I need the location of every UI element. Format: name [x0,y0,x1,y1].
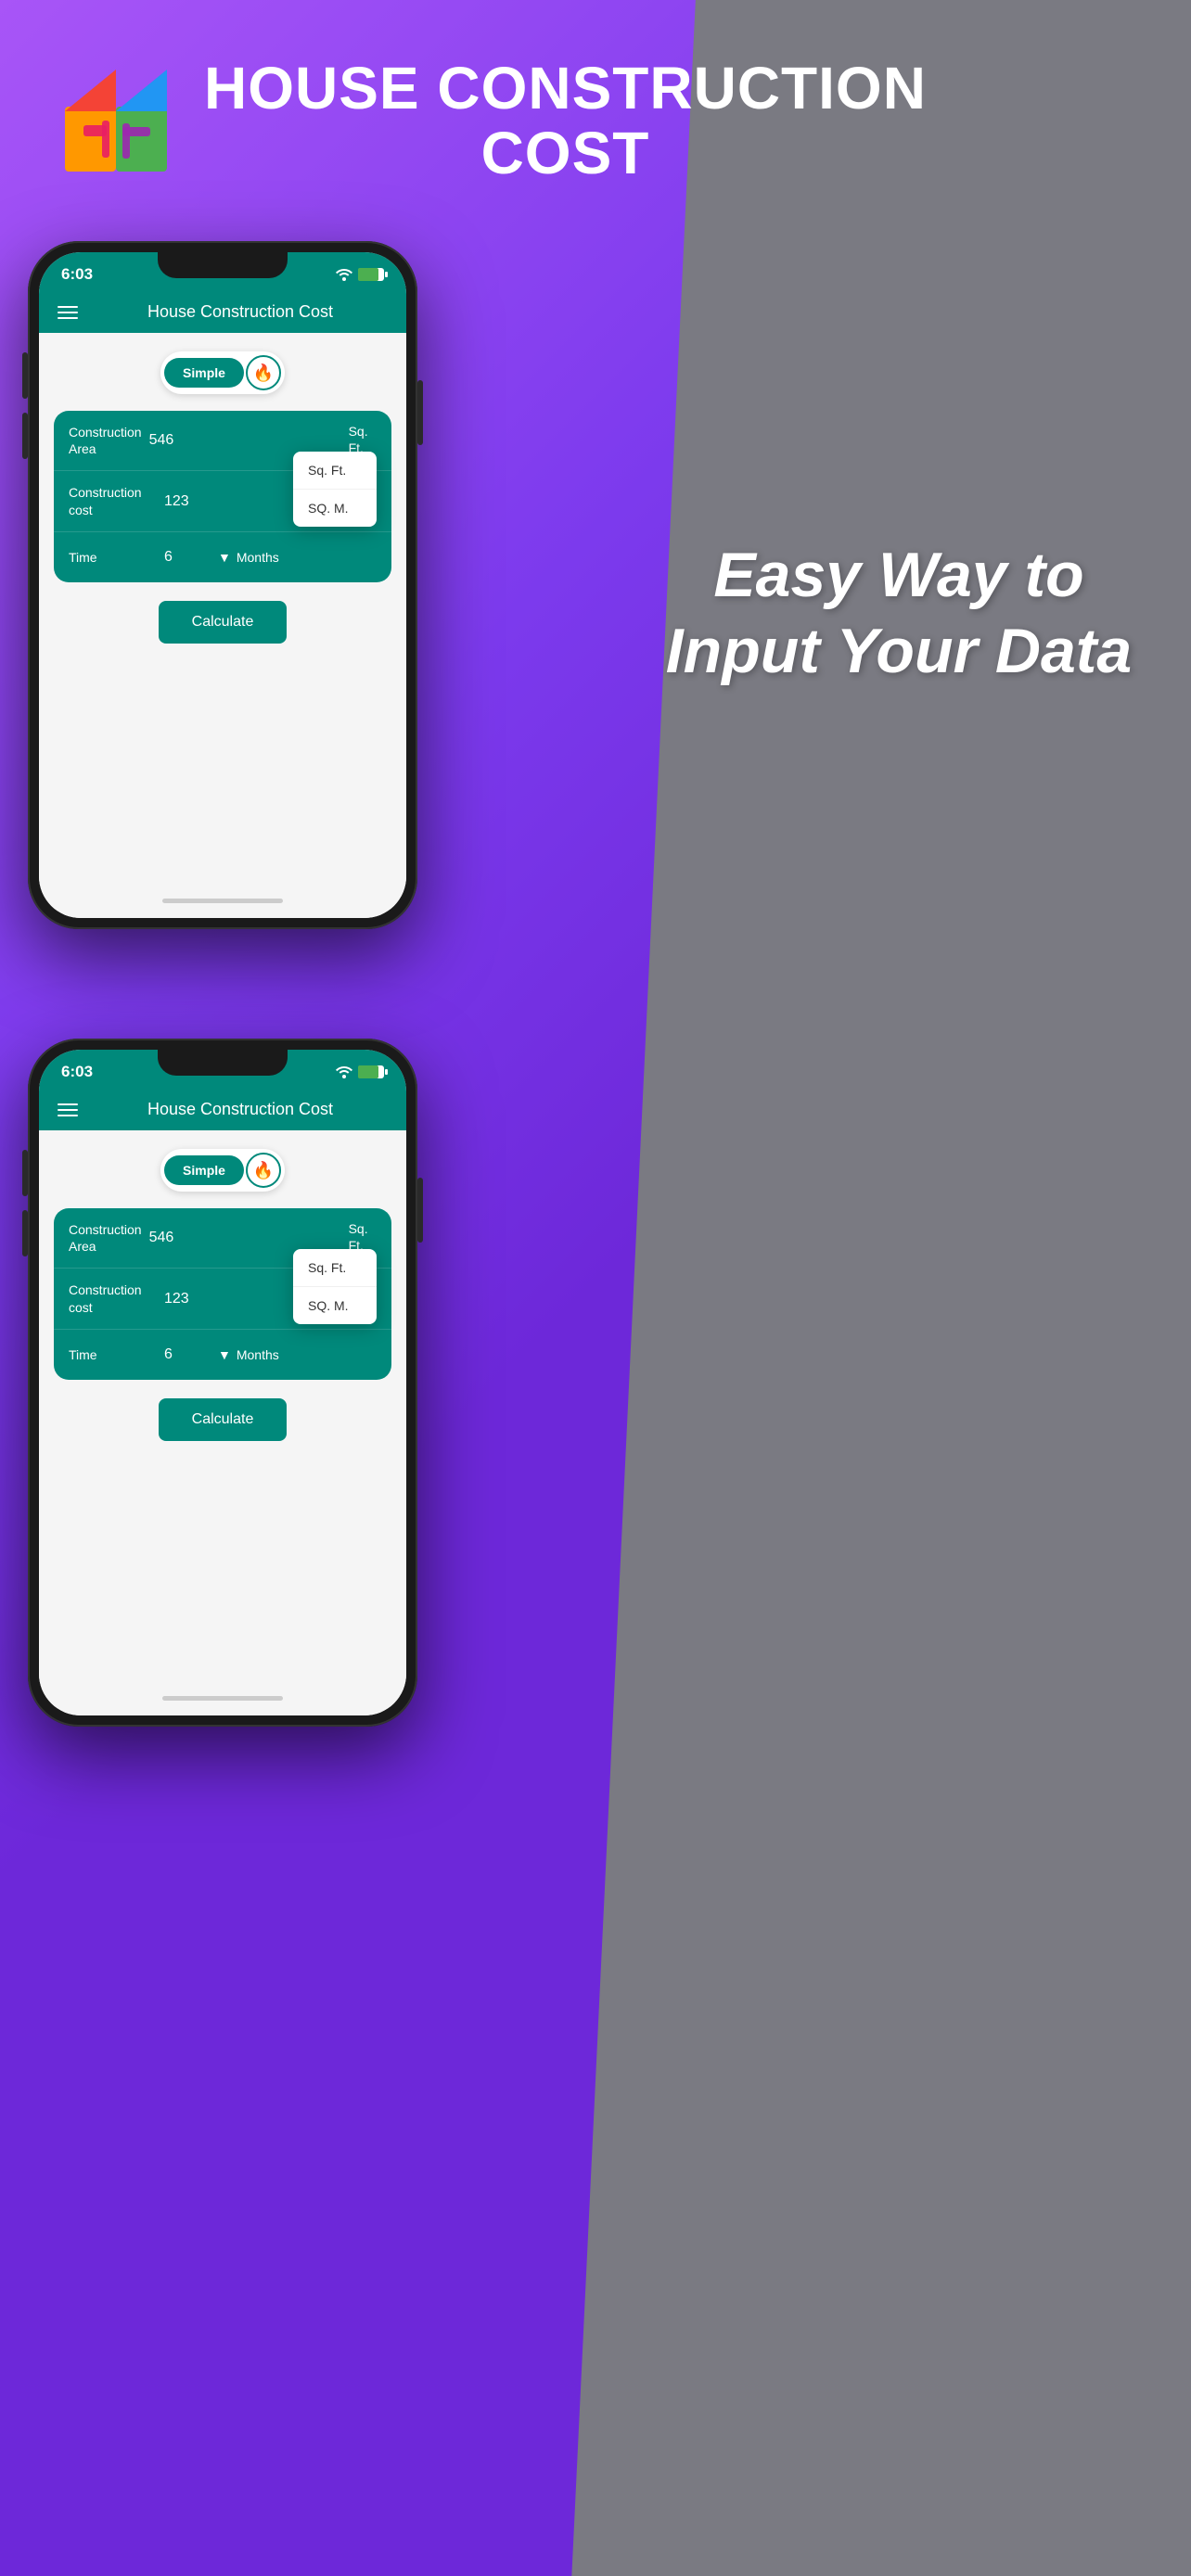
app-bar-title-2: House Construction Cost [93,1100,388,1119]
time-row-2: Time ▼ Months [54,1330,391,1380]
hamburger-menu-2[interactable] [58,1103,78,1116]
phone-mockup-2: 6:03 House Construction Cos [28,1039,417,1727]
calculate-button[interactable]: Calculate [159,601,288,644]
time-input-2[interactable] [157,1343,212,1367]
app-header-section: HOUSE CONSTRUCTION COST [0,0,1191,223]
input-form-card: Construction Area Sq. Ft. Sq. Ft. SQ. M. [54,411,391,582]
construction-area-row-2: Construction Area Sq. Ft. Sq. Ft. SQ. M. [54,1208,391,1269]
dropdown-arrow-icon[interactable]: ▼ [218,550,231,565]
app-bar-title: House Construction Cost [93,302,388,322]
status-time-2: 6:03 [61,1063,93,1081]
app-logo [56,60,176,181]
dropdown-item-sqm-2[interactable]: SQ. M. [293,1287,377,1324]
dropdown-item-sqft-2[interactable]: Sq. Ft. [293,1249,377,1287]
unit-sqft[interactable]: Sq. Ft. [349,424,368,455]
dropdown-item-sqm[interactable]: SQ. M. [293,490,377,527]
power-button [417,380,423,445]
app-top-bar-2: House Construction Cost [39,1089,406,1130]
mode-toggle[interactable]: Simple 🔥 [54,351,391,394]
phone-notch-2 [158,1050,288,1076]
time-input[interactable] [157,545,212,569]
app-title: HOUSE CONSTRUCTION COST [204,56,927,186]
home-bar-2 [162,1696,283,1701]
construction-area-label-2: Construction Area [69,1221,142,1255]
status-icons-2 [336,1065,384,1078]
app-content-2: Simple 🔥 Construction Area Sq. Ft. [39,1130,406,1687]
toggle-pill[interactable]: Simple 🔥 [160,351,285,394]
fire-mode-btn-2[interactable]: 🔥 [246,1153,281,1188]
simple-mode-btn[interactable]: Simple [164,358,244,388]
power-button-2 [417,1178,423,1243]
vol-down-button-2 [22,1210,28,1256]
hamburger-menu[interactable] [58,306,78,319]
app-content-1: Simple 🔥 Construction Area Sq. Ft. [39,333,406,889]
fire-mode-btn[interactable]: 🔥 [246,355,281,390]
status-icons [336,268,384,281]
unit-sqft-2[interactable]: Sq. Ft. [349,1221,368,1253]
construction-cost-label: Construction cost [69,484,157,517]
construction-area-label: Construction Area [69,424,142,457]
construction-cost-label-2: Construction cost [69,1282,157,1315]
input-form-card-2: Construction Area Sq. Ft. Sq. Ft. SQ. M. [54,1208,391,1380]
phone-screen-2: 6:03 House Construction Cos [39,1050,406,1715]
phone-frame-2: 6:03 House Construction Cos [28,1039,417,1727]
vol-up-button [22,352,28,399]
wifi-icon-2 [336,1065,352,1078]
time-unit-2: Months [237,1347,279,1362]
dropdown-item-sqft[interactable]: Sq. Ft. [293,452,377,490]
vol-up-button-2 [22,1150,28,1196]
time-unit: Months [237,550,279,565]
mode-toggle-2[interactable]: Simple 🔥 [54,1149,391,1192]
vol-down-button [22,413,28,459]
phone-screen-1: 6:03 House Construction Cos [39,252,406,918]
construction-area-input[interactable] [142,428,349,453]
dropdown-arrow-icon-2[interactable]: ▼ [218,1347,231,1362]
phone-notch [158,252,288,278]
bg-gray-panel [571,0,1191,2576]
phone-mockup-1: 6:03 House Construction Cos [28,241,417,929]
construction-area-row: Construction Area Sq. Ft. Sq. Ft. SQ. M. [54,411,391,471]
unit-dropdown-2[interactable]: Sq. Ft. SQ. M. [293,1249,377,1324]
construction-area-input-2[interactable] [142,1226,349,1250]
status-time: 6:03 [61,265,93,284]
toggle-pill-2[interactable]: Simple 🔥 [160,1149,285,1192]
unit-dropdown[interactable]: Sq. Ft. SQ. M. [293,452,377,527]
calculate-button-2[interactable]: Calculate [159,1398,288,1441]
phone-frame-1: 6:03 House Construction Cos [28,241,417,929]
home-bar [162,899,283,903]
app-top-bar: House Construction Cost [39,291,406,333]
home-indicator-2 [39,1687,406,1715]
time-row: Time ▼ Months [54,532,391,582]
battery-icon [358,268,384,281]
home-indicator [39,889,406,918]
simple-mode-btn-2[interactable]: Simple [164,1155,244,1185]
time-label: Time [69,549,157,566]
battery-icon-2 [358,1065,384,1078]
time-label-2: Time [69,1346,157,1363]
tagline: Easy Way to Input Your Data [644,538,1154,689]
wifi-icon [336,268,352,281]
